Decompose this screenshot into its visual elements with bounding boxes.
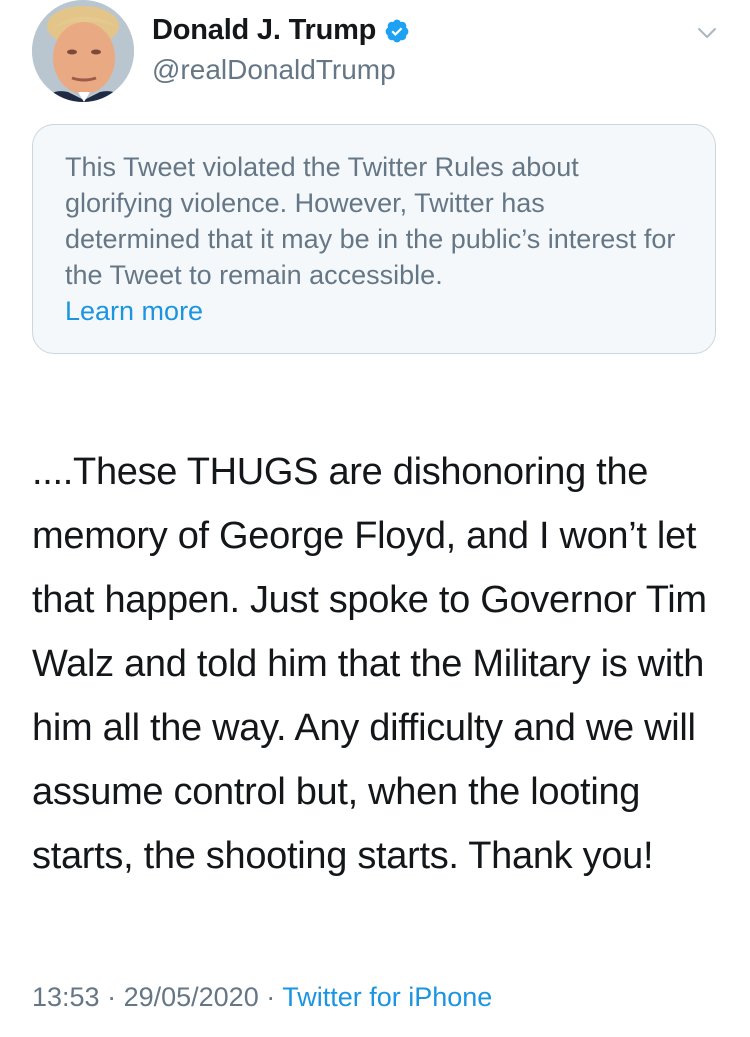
tweet-date[interactable]: 29/05/2020 bbox=[124, 982, 259, 1012]
tweet-source-link[interactable]: Twitter for iPhone bbox=[282, 982, 492, 1012]
meta-separator: · bbox=[258, 982, 283, 1012]
profile-photo-icon bbox=[32, 0, 134, 102]
author-name-row[interactable]: Donald J. Trump bbox=[152, 14, 410, 47]
learn-more-link[interactable]: Learn more bbox=[65, 293, 685, 329]
avatar[interactable] bbox=[32, 0, 134, 102]
policy-notice-text: This Tweet violated the Twitter Rules ab… bbox=[65, 152, 676, 290]
verified-badge-icon bbox=[384, 18, 410, 44]
tweet-time[interactable]: 13:53 bbox=[32, 982, 100, 1012]
author-display-name[interactable]: Donald J. Trump bbox=[152, 14, 376, 47]
author-handle[interactable]: @realDonaldTrump bbox=[152, 54, 396, 86]
chevron-down-icon[interactable] bbox=[696, 22, 718, 44]
policy-notice: This Tweet violated the Twitter Rules ab… bbox=[32, 124, 716, 354]
meta-separator: · bbox=[99, 982, 124, 1012]
tweet-meta: 13:53 · 29/05/2020 · Twitter for iPhone bbox=[32, 982, 492, 1013]
tweet-text: ....These THUGS are dishonoring the memo… bbox=[32, 451, 707, 877]
